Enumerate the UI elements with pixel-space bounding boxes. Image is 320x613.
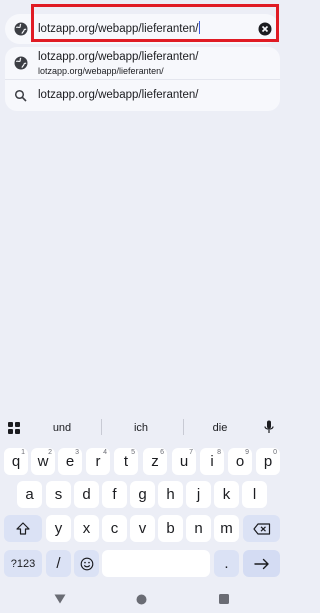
key-c[interactable]: c (102, 515, 127, 542)
key-b[interactable]: b (158, 515, 183, 542)
key-s[interactable]: s (46, 481, 71, 508)
back-icon[interactable] (54, 594, 66, 604)
key-n[interactable]: n (186, 515, 211, 542)
emoji-icon (80, 557, 93, 570)
key-e[interactable]: e3 (58, 448, 82, 475)
word-suggestion[interactable]: ich (116, 422, 166, 434)
key-o[interactable]: o9 (228, 448, 252, 475)
key-u[interactable]: u7 (172, 448, 196, 475)
key-v[interactable]: v (130, 515, 155, 542)
enter-key[interactable] (243, 550, 280, 577)
divider (101, 419, 102, 435)
key-g[interactable]: g (130, 481, 155, 508)
recents-icon[interactable] (219, 594, 229, 604)
key-t[interactable]: t5 (114, 448, 138, 475)
space-key[interactable] (102, 550, 210, 577)
search-icon (14, 89, 27, 102)
key-m[interactable]: m (214, 515, 239, 542)
key-x[interactable]: x (74, 515, 99, 542)
key-i[interactable]: i8 (200, 448, 224, 475)
key-z[interactable]: z6 (143, 448, 167, 475)
key-period[interactable]: . (214, 550, 239, 577)
divider (183, 419, 184, 435)
shift-icon (16, 522, 30, 535)
home-icon[interactable] (136, 594, 147, 605)
emoji-key[interactable] (74, 550, 99, 577)
shift-key[interactable] (4, 515, 42, 542)
backspace-icon (252, 522, 270, 535)
suggestion-title: lotzapp.org/webapp/lieferanten/ (38, 51, 199, 63)
word-suggestion[interactable]: die (195, 422, 245, 434)
key-w[interactable]: w2 (31, 448, 55, 475)
key-slash[interactable]: / (46, 550, 71, 577)
backspace-key[interactable] (243, 515, 280, 542)
key-y[interactable]: y (46, 515, 71, 542)
key-a[interactable]: a (17, 481, 42, 508)
annotation-highlight-box (31, 4, 279, 42)
arrow-right-icon (253, 558, 269, 569)
word-suggestion[interactable]: und (37, 422, 87, 434)
grid-icon[interactable] (8, 422, 20, 434)
symbols-key[interactable]: ?123 (4, 550, 42, 577)
key-h[interactable]: h (158, 481, 183, 508)
key-r[interactable]: r4 (86, 448, 110, 475)
key-f[interactable]: f (102, 481, 127, 508)
divider (5, 79, 280, 80)
key-l[interactable]: l (242, 481, 267, 508)
key-p[interactable]: p0 (256, 448, 280, 475)
suggestion-title: lotzapp.org/webapp/lieferanten/ (38, 89, 199, 101)
key-j[interactable]: j (186, 481, 211, 508)
mic-icon[interactable] (264, 420, 274, 435)
key-d[interactable]: d (74, 481, 99, 508)
suggestion-url: lotzapp.org/webapp/lieferanten/ (38, 66, 164, 76)
globe-icon (14, 22, 28, 36)
key-q[interactable]: q1 (4, 448, 28, 475)
globe-icon (14, 56, 28, 70)
key-k[interactable]: k (214, 481, 239, 508)
